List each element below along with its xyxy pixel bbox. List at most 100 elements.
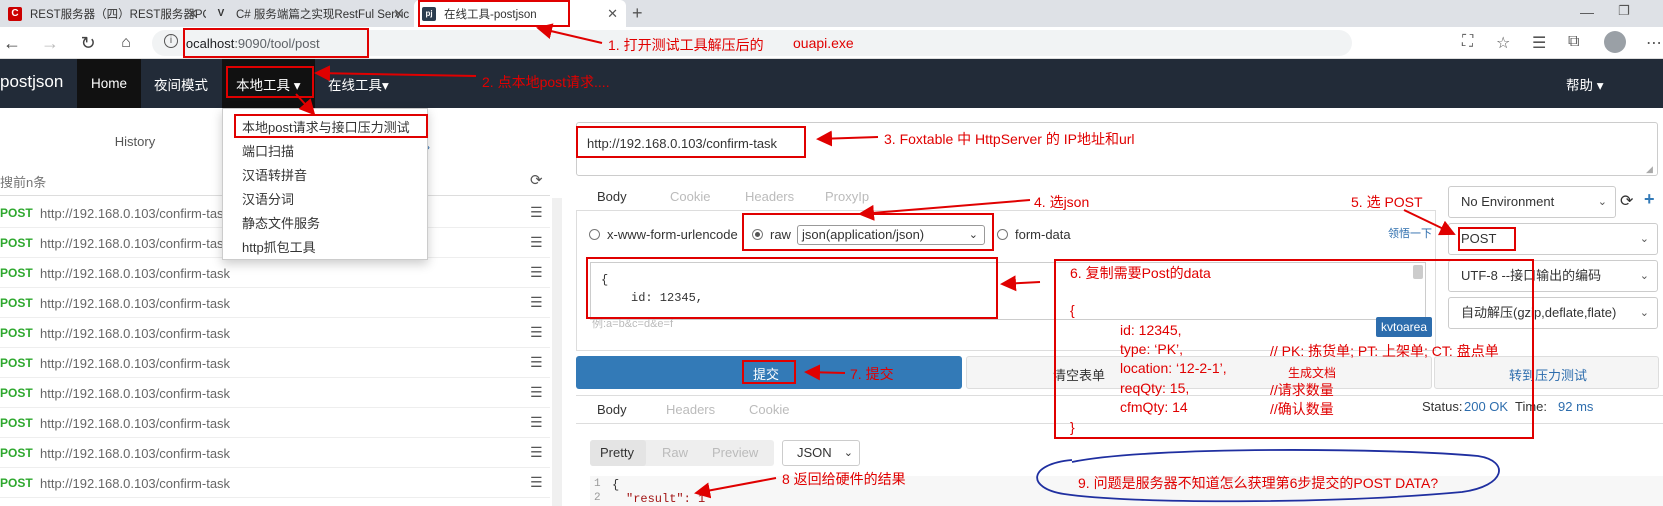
- history-method: POST: [0, 296, 33, 310]
- refresh-icon[interactable]: ⟳: [1620, 191, 1633, 211]
- history-row[interactable]: POST http://192.168.0.103/confirm-task ☰: [0, 258, 550, 288]
- restore-icon[interactable]: ❐: [1618, 3, 1630, 19]
- csdn-favicon-icon: C: [8, 6, 22, 21]
- annotation-data-line-2: type: ‘PK’,: [1120, 341, 1184, 357]
- annotation-data-comment-2: // PK: 拣货单; PT: 上架单; CT: 盘点单: [1270, 343, 1499, 359]
- chevron-down-icon: ⌄: [1639, 307, 1649, 319]
- annotation-box-local-post: [234, 114, 428, 138]
- avatar[interactable]: [1604, 31, 1626, 53]
- annotation-box-submit: [742, 360, 796, 384]
- add-environment-icon[interactable]: +: [1644, 189, 1655, 210]
- favorites-icon[interactable]: ☰: [1532, 33, 1546, 53]
- annotation-step-6: 6. 复制需要Post的data: [1070, 265, 1211, 281]
- environment-select[interactable]: No Environment ⌄: [1448, 186, 1616, 218]
- history-url: http://192.168.0.103/confirm-task: [40, 356, 231, 371]
- history-row[interactable]: POST http://192.168.0.103/confirm-task ☰: [0, 288, 550, 318]
- list-icon[interactable]: ☰: [530, 384, 543, 401]
- help-link[interactable]: 领悟一下: [1388, 225, 1432, 241]
- minimize-icon[interactable]: —: [1580, 4, 1594, 20]
- history-method: POST: [0, 386, 33, 400]
- nav-night-mode[interactable]: 夜间模式: [140, 59, 222, 108]
- menu-item-static-files[interactable]: 静态文件服务: [242, 213, 320, 232]
- list-icon[interactable]: ☰: [530, 324, 543, 341]
- more-icon[interactable]: ⋯: [1646, 33, 1662, 53]
- annotation-box-local-tools: [226, 66, 314, 98]
- browser-tab-csharp-restful[interactable]: V C# 服务端篇之实现RestFul Servic ✕: [206, 0, 412, 27]
- close-icon[interactable]: ✕: [393, 6, 404, 22]
- view-preview[interactable]: Preview: [712, 445, 758, 460]
- chevron-down-icon: ⌄: [1597, 196, 1607, 208]
- resp-tab-body[interactable]: Body: [597, 402, 627, 417]
- history-row[interactable]: POST http://192.168.0.103/confirm-task ☰: [0, 378, 550, 408]
- list-icon[interactable]: ☰: [530, 204, 543, 221]
- history-row[interactable]: POST http://192.168.0.103/confirm-task ☰: [0, 438, 550, 468]
- menu-item-pinyin[interactable]: 汉语转拼音: [242, 165, 307, 184]
- history-row[interactable]: POST http://192.168.0.103/confirm-task ☰: [0, 468, 550, 498]
- forward-icon[interactable]: →: [38, 31, 62, 55]
- menu-item-port-scan[interactable]: 端口扫描: [242, 141, 294, 160]
- radio-urlencoded[interactable]: [589, 229, 600, 240]
- view-mode-group: Pretty Raw Preview: [590, 440, 774, 466]
- annotation-box-url: [183, 28, 369, 58]
- annotation-step-5: 5. 选 POST: [1351, 194, 1423, 210]
- reload-icon[interactable]: ↻: [76, 31, 100, 55]
- annotation-data-line-5: cfmQty: 14: [1120, 399, 1188, 415]
- annotation-step-3: 3. Foxtable 中 HttpServer 的 IP地址和url: [884, 131, 1135, 147]
- menu-item-segment[interactable]: 汉语分词: [242, 189, 294, 208]
- history-row[interactable]: POST http://192.168.0.103/confirm-task ☰: [0, 318, 550, 348]
- response-line-1: {: [612, 478, 620, 492]
- resp-tab-headers[interactable]: Headers: [666, 402, 715, 417]
- label-form-data: form-data: [1015, 227, 1071, 242]
- annotation-step-1: 1. 打开测试工具解压后的: [608, 37, 764, 53]
- annotation-data-close: }: [1070, 419, 1075, 435]
- tab-proxyip[interactable]: ProxyIp: [825, 189, 869, 204]
- history-row[interactable]: POST http://192.168.0.103/confirm-task ☰: [0, 348, 550, 378]
- collections-icon[interactable]: ⧉: [1568, 33, 1579, 51]
- annotation-data-open: {: [1070, 302, 1075, 318]
- nav-online-tools[interactable]: 在线工具▾: [314, 59, 403, 108]
- annotation-step-2: 2. 点本地post请求....: [482, 74, 610, 90]
- history-method: POST: [0, 476, 33, 490]
- tab-body[interactable]: Body: [597, 189, 627, 204]
- list-icon[interactable]: ☰: [530, 354, 543, 371]
- format-select[interactable]: JSON ⌄: [782, 440, 860, 466]
- brand-logo[interactable]: postjson: [0, 72, 63, 92]
- resize-handle-icon[interactable]: ◢: [1646, 164, 1653, 175]
- info-icon[interactable]: i: [164, 34, 178, 48]
- list-icon[interactable]: ☰: [530, 234, 543, 251]
- translate-icon[interactable]: ⛶: [1462, 33, 1473, 51]
- list-icon[interactable]: ☰: [530, 474, 543, 491]
- history-url: http://192.168.0.103/confirm-task: [40, 446, 231, 461]
- menu-item-http-capture[interactable]: http抓包工具: [242, 237, 316, 256]
- annotation-step-7: 7. 提交: [850, 366, 894, 382]
- nav-help[interactable]: 帮助 ▾: [1552, 59, 1618, 108]
- list-icon[interactable]: ☰: [530, 414, 543, 431]
- site-favicon-icon: V: [217, 8, 225, 19]
- history-scrollbar[interactable]: [552, 198, 562, 506]
- view-raw[interactable]: Raw: [662, 445, 688, 460]
- browser-tab-rest-server[interactable]: C REST服务器（四）REST服务器PO ✕: [0, 0, 206, 27]
- annotation-data-line-1: id: 12345,: [1120, 322, 1182, 338]
- back-icon[interactable]: ←: [0, 31, 24, 55]
- list-icon[interactable]: ☰: [530, 294, 543, 311]
- annotation-data-comment-4: //请求数量: [1270, 382, 1334, 398]
- history-method: POST: [0, 206, 33, 220]
- radio-form-data[interactable]: [997, 229, 1008, 240]
- history-row[interactable]: POST http://192.168.0.103/confirm-task ☰: [0, 408, 550, 438]
- tab-title: REST服务器（四）REST服务器PO: [30, 8, 206, 21]
- format-value: JSON: [797, 445, 832, 460]
- tab-cookie[interactable]: Cookie: [670, 189, 710, 204]
- refresh-icon[interactable]: ⟳: [530, 171, 543, 189]
- nav-home[interactable]: Home: [77, 59, 142, 108]
- close-icon[interactable]: ✕: [607, 6, 618, 22]
- home-icon[interactable]: ⌂: [114, 31, 138, 55]
- resp-tab-cookie[interactable]: Cookie: [749, 402, 789, 417]
- tab-headers[interactable]: Headers: [745, 189, 794, 204]
- label-urlencoded: x-www-form-urlencode: [607, 227, 738, 242]
- plus-icon[interactable]: +: [632, 3, 643, 24]
- view-pretty[interactable]: Pretty: [600, 445, 634, 460]
- close-icon[interactable]: ✕: [187, 6, 198, 22]
- list-icon[interactable]: ☰: [530, 264, 543, 281]
- star-icon[interactable]: ☆: [1496, 33, 1510, 53]
- list-icon[interactable]: ☰: [530, 444, 543, 461]
